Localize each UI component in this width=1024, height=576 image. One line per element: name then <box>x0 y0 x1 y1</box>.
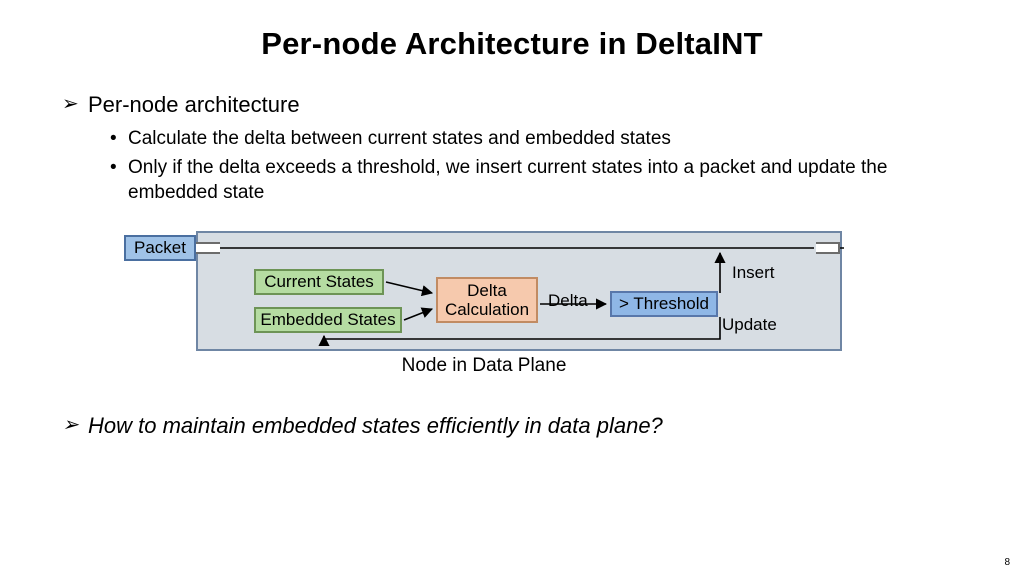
bullet-level2: Only if the delta exceeds a threshold, w… <box>62 155 962 205</box>
diagram: Packet Current States Embedded States De… <box>124 227 962 387</box>
diagram-caption: Node in Data Plane <box>124 355 844 377</box>
pipe-out-icon <box>816 242 840 254</box>
update-label: Update <box>722 315 777 335</box>
embedded-states-box: Embedded States <box>254 307 402 333</box>
delta-label: Delta <box>548 291 588 311</box>
page-number: 8 <box>1004 557 1010 568</box>
insert-label: Insert <box>732 263 775 283</box>
slide-title: Per-node Architecture in DeltaINT <box>0 0 1024 62</box>
delta-calc-box: Delta Calculation <box>436 277 538 323</box>
diagram-area: Packet Current States Embedded States De… <box>124 227 844 387</box>
threshold-box: > Threshold <box>610 291 718 317</box>
bullet-level1: Per-node architecture <box>62 90 962 120</box>
pipe-in-icon <box>196 242 220 254</box>
bullet-level1-question: How to maintain embedded states efficien… <box>62 411 962 441</box>
slide-body: Per-node architecture Calculate the delt… <box>0 62 1024 441</box>
packet-box: Packet <box>124 235 196 261</box>
current-states-box: Current States <box>254 269 384 295</box>
bullet-level2: Calculate the delta between current stat… <box>62 126 962 151</box>
slide: Per-node Architecture in DeltaINT Per-no… <box>0 0 1024 576</box>
